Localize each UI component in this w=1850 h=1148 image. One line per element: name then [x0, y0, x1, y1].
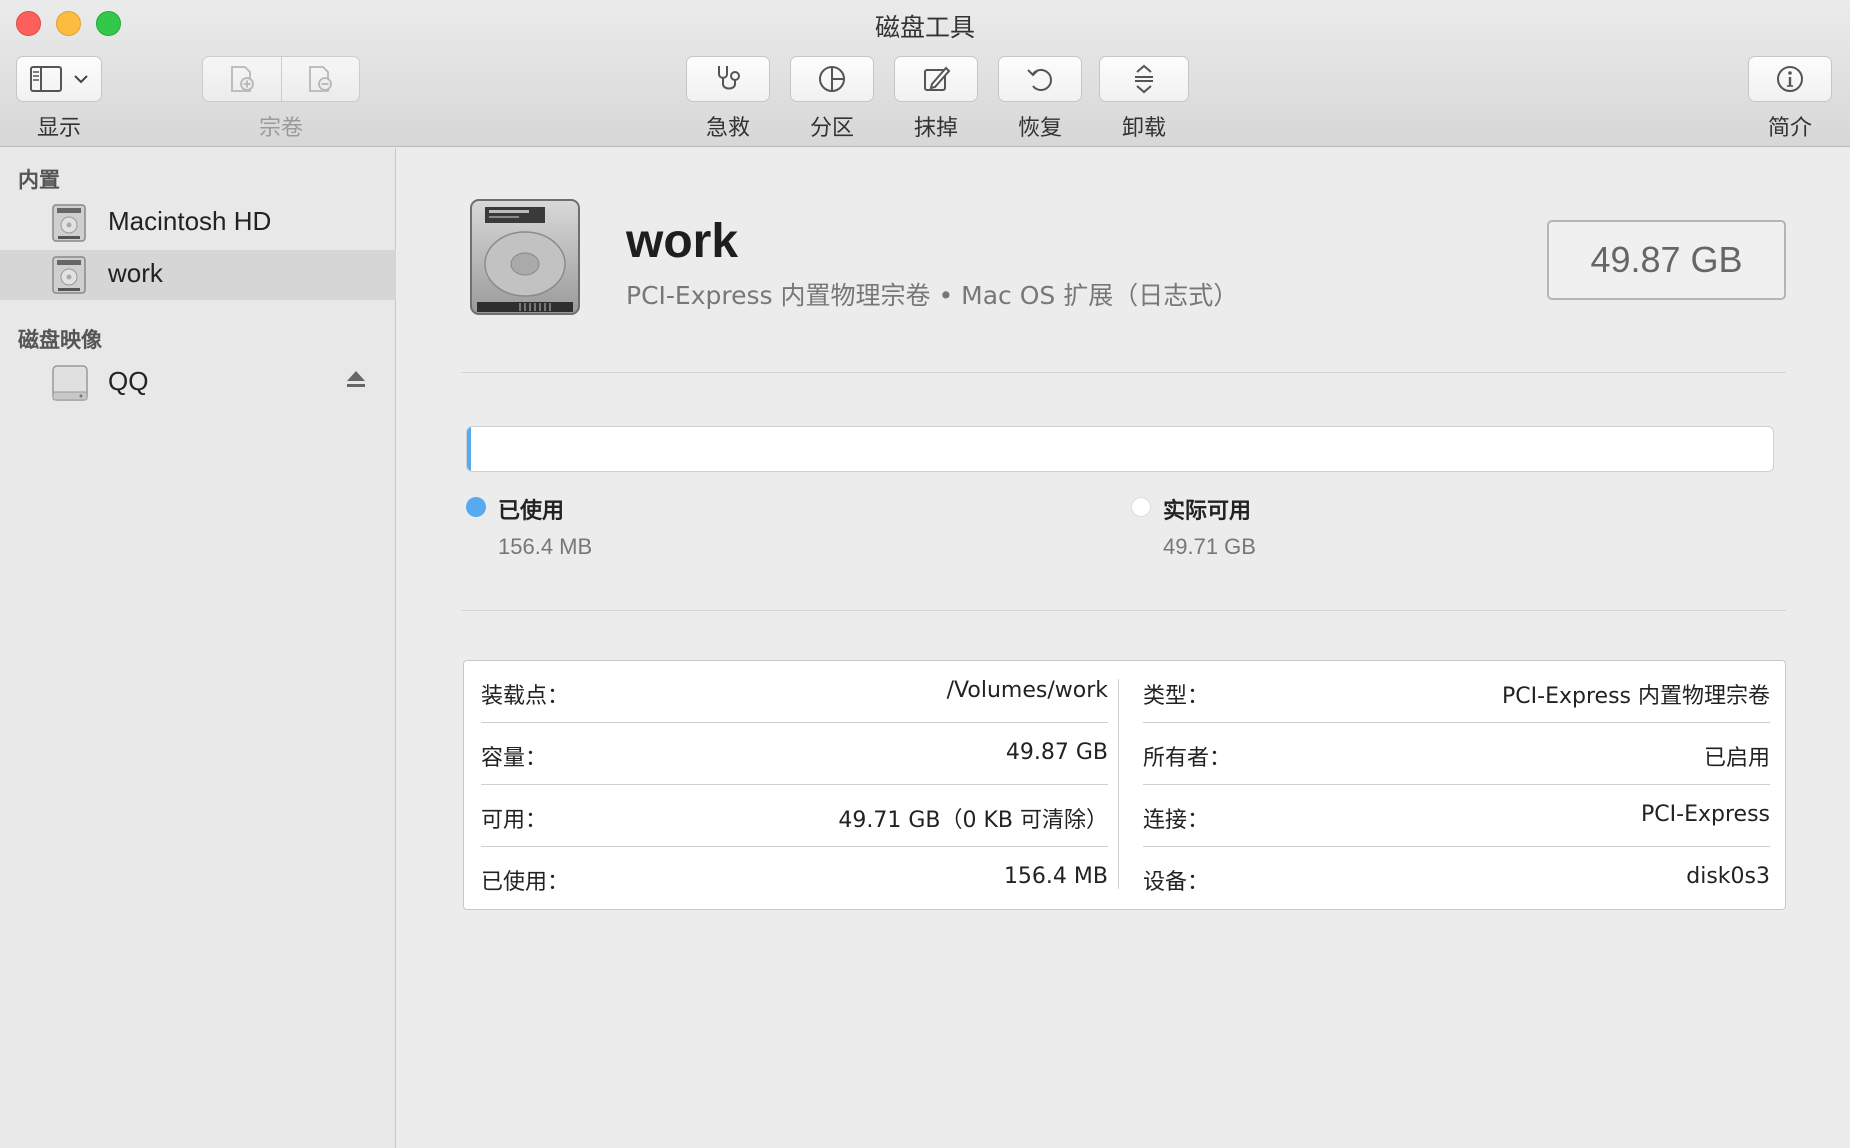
main-content: work PCI-Express 内置物理宗卷 • Mac OS 扩展（日志式）…: [397, 148, 1850, 1148]
info-label: 简介: [1767, 116, 1812, 141]
info-icon: [1775, 64, 1805, 94]
unmount-button[interactable]: [1099, 56, 1189, 102]
info-row-connection: 连接： PCI-Express: [1143, 785, 1770, 847]
free-legend-label: 实际可用: [1163, 499, 1252, 524]
info-column-right: 类型： PCI-Express 内置物理宗卷 所有者： 已启用 连接： PCI-…: [1143, 661, 1770, 911]
erase-pencil-icon: [921, 64, 951, 94]
info-row-used: 已使用： 156.4 MB: [481, 847, 1108, 909]
unmount-label: 卸载: [1121, 116, 1166, 141]
volume-segmented-control: [202, 56, 360, 102]
info-value: 156.4 MB: [1003, 864, 1108, 889]
toolbar: 磁盘工具 显示 宗卷 急救 分区 抹掉 恢复 卸载 简介: [0, 0, 1850, 147]
info-column-left: 装载点： /Volumes/work 容量： 49.87 GB 可用： 49.7…: [481, 661, 1108, 911]
view-label: 显示: [36, 116, 81, 141]
info-row-capacity: 容量： 49.87 GB: [481, 723, 1108, 785]
add-volume-icon[interactable]: [203, 64, 281, 94]
info-key: 类型：: [1143, 684, 1210, 709]
first-aid-button[interactable]: [686, 56, 770, 102]
divider: [461, 610, 1786, 611]
hard-disk-icon: [52, 256, 86, 299]
info-value: PCI-Express: [1641, 802, 1770, 827]
partition-button[interactable]: [790, 56, 874, 102]
info-row-type: 类型： PCI-Express 内置物理宗卷: [1143, 661, 1770, 723]
hard-disk-icon: [52, 204, 86, 247]
volume-size-badge: 49.87 GB: [1547, 220, 1786, 300]
used-legend-label: 已使用: [498, 499, 565, 524]
first-aid-label: 急救: [705, 116, 750, 141]
free-legend-value: 49.71 GB: [1163, 534, 1256, 559]
info-key: 已使用：: [481, 870, 570, 895]
volume-name: work: [626, 215, 739, 268]
stethoscope-icon: [712, 64, 744, 94]
volume-hard-disk-icon: [467, 198, 583, 323]
free-legend-dot: [1131, 497, 1151, 517]
window-title: 磁盘工具: [874, 13, 975, 42]
pie-partition-icon: [817, 64, 847, 94]
info-row-device: 设备： disk0s3: [1143, 847, 1770, 909]
unmount-icon: [1131, 63, 1157, 95]
sidebar-header-internal: 内置: [18, 168, 60, 192]
sidebar-item-label: work: [108, 258, 163, 288]
restore-label: 恢复: [1017, 116, 1062, 141]
usage-bar: [466, 426, 1774, 472]
sidebar-item-macintosh-hd[interactable]: Macintosh HD: [0, 198, 396, 248]
restore-arrow-icon: [1025, 64, 1055, 94]
info-value: PCI-Express 内置物理宗卷: [1502, 684, 1770, 709]
info-value: /Volumes/work: [946, 678, 1108, 703]
usage-bar-used-fill: [467, 427, 471, 471]
info-key: 装载点：: [481, 684, 570, 709]
info-key: 连接：: [1143, 808, 1210, 833]
eject-icon[interactable]: [346, 370, 366, 393]
divider: [461, 372, 1786, 373]
partition-label: 分区: [809, 116, 854, 141]
sidebar-item-label: Macintosh HD: [108, 206, 272, 236]
info-value: 已启用: [1703, 746, 1770, 771]
chevron-down-icon: [74, 74, 88, 84]
erase-label: 抹掉: [913, 116, 958, 141]
used-legend-dot: [466, 497, 486, 517]
info-value: disk0s3: [1686, 864, 1770, 889]
info-row-owners: 所有者： 已启用: [1143, 723, 1770, 785]
sidebar: 内置 Macintosh HD work 磁盘映像 QQ: [0, 148, 396, 1148]
sidebar-toggle-icon: [30, 66, 62, 92]
info-row-mount-point: 装载点： /Volumes/work: [481, 661, 1108, 723]
erase-button[interactable]: [894, 56, 978, 102]
sidebar-item-qq[interactable]: QQ: [0, 358, 396, 408]
sidebar-item-work[interactable]: work: [0, 250, 396, 300]
disk-utility-window: 磁盘工具 显示 宗卷 急救 分区 抹掉 恢复 卸载 简介 内置 Macintos…: [0, 0, 1850, 1148]
disk-image-icon: [52, 364, 88, 407]
sidebar-item-label: QQ: [108, 366, 149, 396]
volume-subtitle: PCI-Express 内置物理宗卷 • Mac OS 扩展（日志式）: [626, 281, 1239, 310]
column-divider: [1118, 679, 1119, 889]
view-button[interactable]: [16, 56, 102, 102]
remove-volume-icon[interactable]: [281, 64, 359, 94]
sidebar-header-disk-images: 磁盘映像: [18, 328, 102, 352]
info-value: 49.71 GB（0 KB 可清除）: [838, 808, 1108, 833]
volume-label: 宗卷: [258, 116, 303, 141]
info-key: 设备：: [1143, 870, 1210, 895]
volume-info-table: 装载点： /Volumes/work 容量： 49.87 GB 可用： 49.7…: [463, 660, 1786, 910]
info-button[interactable]: [1748, 56, 1832, 102]
restore-button[interactable]: [998, 56, 1082, 102]
info-key: 可用：: [481, 808, 548, 833]
used-legend-value: 156.4 MB: [498, 534, 593, 559]
info-key: 所有者：: [1143, 746, 1232, 771]
info-value: 49.87 GB: [1005, 740, 1108, 765]
info-row-available: 可用： 49.71 GB（0 KB 可清除）: [481, 785, 1108, 847]
segment-divider: [281, 57, 282, 101]
info-key: 容量：: [481, 746, 548, 771]
